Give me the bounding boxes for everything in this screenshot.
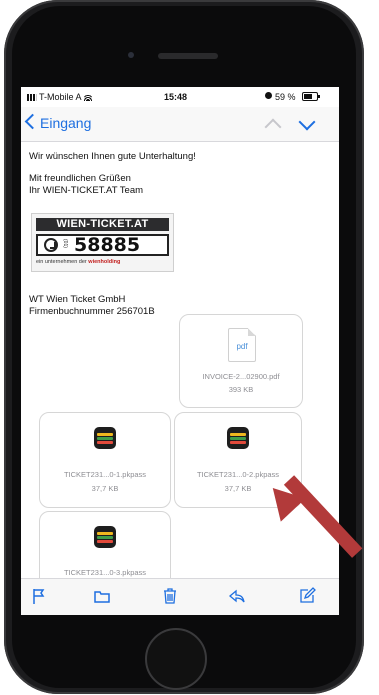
dnd-icon xyxy=(265,92,272,99)
attachment-size: 393 KB xyxy=(228,385,254,394)
speaker-grille xyxy=(158,53,218,59)
clock: 15:48 xyxy=(164,92,188,102)
trash-icon[interactable] xyxy=(161,587,179,605)
chevron-left-icon xyxy=(24,113,41,130)
wifi-icon xyxy=(83,94,92,101)
wallet-pass-icon xyxy=(227,427,249,449)
logo-phone-box: (01) 58885 xyxy=(36,234,169,256)
navigation-bar: Eingang xyxy=(21,107,339,142)
logo-brand: WIEN-TICKET.AT xyxy=(36,218,169,231)
attachment-size: 37,7 KB xyxy=(91,484,119,493)
attachment-name: INVOICE-2...02900.pdf xyxy=(202,372,280,381)
signature-line: Ihr WIEN-TICKET.AT Team xyxy=(29,185,144,196)
logo-footer-prefix: ein unternehmen der xyxy=(36,259,87,265)
battery-icon xyxy=(302,92,320,101)
pdf-file-icon: pdf xyxy=(228,328,256,362)
company-name: WT Wien Ticket GmbH xyxy=(29,294,126,305)
logo-footer: ein unternehmen der wienholding xyxy=(36,259,120,265)
attachment-name: TICKET231...0-3.pkpass xyxy=(63,568,147,577)
folder-icon[interactable] xyxy=(93,587,111,605)
mail-screen: T-Mobile A 15:48 59 % Eingang Wir wünsch… xyxy=(21,87,339,615)
pdf-icon-label: pdf xyxy=(236,342,248,351)
carrier-label: T-Mobile A xyxy=(39,92,82,102)
company-register: Firmenbuchnummer 256701B xyxy=(29,306,155,317)
back-label: Eingang xyxy=(40,115,92,131)
back-button[interactable]: Eingang xyxy=(24,113,92,131)
camera-icon xyxy=(128,52,134,58)
attachment-pkpass-1[interactable]: TICKET231...0-1.pkpass 37,7 KB xyxy=(39,412,171,508)
wien-ticket-logo: WIEN-TICKET.AT (01) 58885 ein unternehme… xyxy=(31,213,174,272)
next-message-icon[interactable] xyxy=(298,113,316,131)
signal-icon xyxy=(27,94,37,101)
closing-line: Mit freundlichen Grüßen xyxy=(29,173,131,184)
compose-icon[interactable] xyxy=(298,587,316,605)
attachment-pdf[interactable]: pdf INVOICE-2...02900.pdf 393 KB xyxy=(179,314,303,408)
wallet-pass-icon xyxy=(94,526,116,548)
status-bar: T-Mobile A 15:48 59 % xyxy=(21,87,339,107)
carrier: T-Mobile A xyxy=(27,92,92,102)
home-button[interactable] xyxy=(145,628,207,690)
reply-icon[interactable] xyxy=(228,587,246,605)
battery-percent: 59 % xyxy=(275,92,296,102)
logo-prefix: (01) xyxy=(62,239,68,248)
phone-icon xyxy=(44,238,58,252)
logo-footer-brand: wienholding xyxy=(88,259,121,265)
flag-icon[interactable] xyxy=(30,587,48,605)
previous-message-icon[interactable] xyxy=(264,118,282,136)
attachment-name: TICKET231...0-1.pkpass xyxy=(63,470,147,479)
greeting-line: Wir wünschen Ihnen gute Unterhaltung! xyxy=(29,151,196,162)
bottom-toolbar xyxy=(21,578,339,615)
wallet-pass-icon xyxy=(94,427,116,449)
logo-number: 58885 xyxy=(74,234,141,256)
